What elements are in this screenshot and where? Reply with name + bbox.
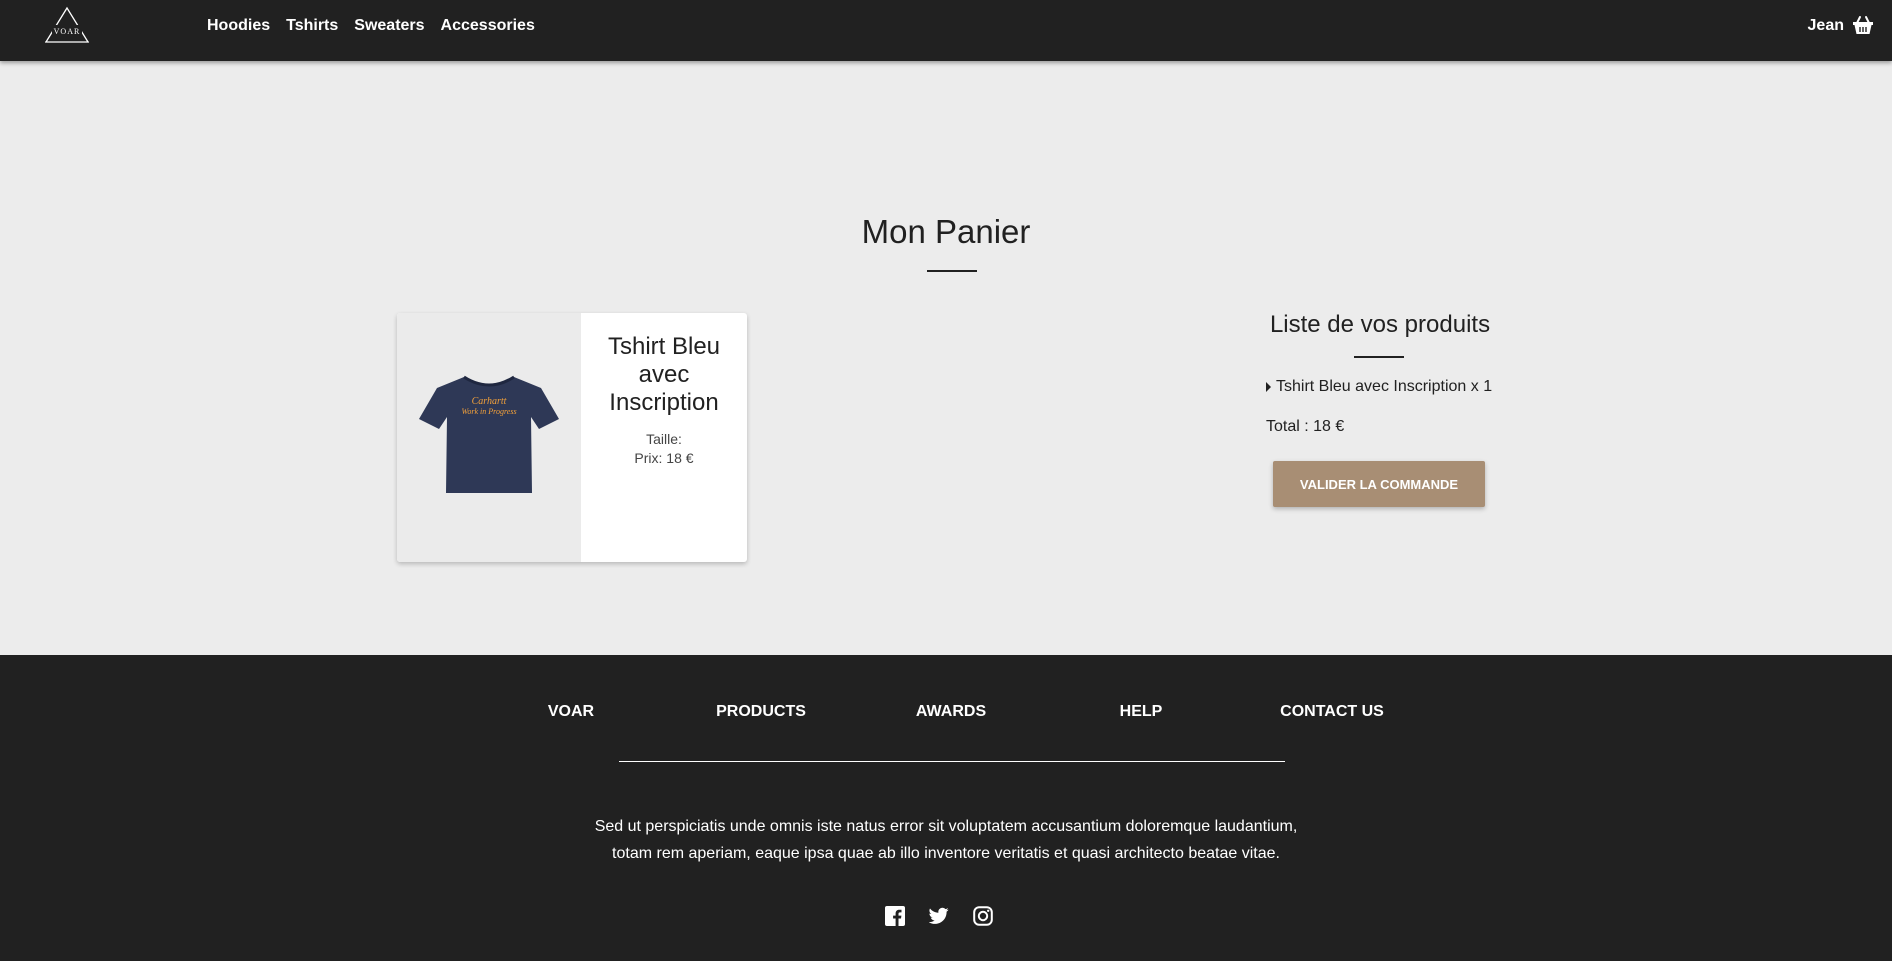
summary-list-item: Tshirt Bleu avec Inscription x 1 [1266,378,1492,396]
product-price: Prix: 18 € [634,450,694,466]
footer-divider [619,761,1285,762]
summary-divider [1354,356,1404,358]
title-divider [927,270,977,272]
logo-triangle-icon [44,6,90,43]
logo-text: VOAR [53,27,81,36]
summary-title: Liste de vos produits [1269,311,1491,338]
footer-link-contact[interactable]: CONTACT US [1280,703,1384,721]
footer-description: Sed ut perspiciatis unde omnis iste natu… [546,813,1346,867]
footer-link-products[interactable]: PRODUCTS [716,703,806,721]
caret-right-icon [1266,382,1271,392]
summary-item-label: Tshirt Bleu avec Inscription x 1 [1276,378,1493,395]
product-size: Taille: [646,431,682,447]
validate-order-button[interactable]: VALIDER LA COMMANDE [1273,461,1485,507]
nav-sweaters[interactable]: Sweaters [354,17,424,35]
product-name[interactable]: Tshirt Bleu avec Inscription [581,333,747,417]
tshirt-image-icon: Carhartt Work in Progress [419,375,559,493]
footer-link-help[interactable]: HELP [1120,703,1163,721]
voar-logo[interactable]: VOAR [42,6,92,46]
facebook-icon[interactable] [885,906,905,926]
nav-tshirts[interactable]: Tshirts [286,17,338,35]
instagram-icon[interactable] [973,906,993,926]
footer-link-awards[interactable]: AWARDS [916,703,986,721]
product-info: Tshirt Bleu avec Inscription Taille: Pri… [581,313,747,562]
nav-accessories[interactable]: Accessories [441,17,535,35]
svg-text:Carhartt: Carhartt [472,396,507,407]
cart-product-card[interactable]: Carhartt Work in Progress Tshirt Bleu av… [397,313,747,562]
nav-hoodies[interactable]: Hoodies [207,17,270,35]
shopping-basket-icon[interactable] [1852,15,1874,35]
footer: VOAR PRODUCTS AWARDS HELP CONTACT US Sed… [0,655,1892,961]
footer-link-voar[interactable]: VOAR [548,703,594,721]
footer-text-line-1: Sed ut perspiciatis unde omnis iste natu… [594,818,1298,835]
twitter-icon[interactable] [929,906,949,926]
user-name-link[interactable]: Jean [1808,17,1844,35]
svg-text:Work in Progress: Work in Progress [461,407,516,416]
navbar: VOAR Hoodies Tshirts Sweaters Accessorie… [0,0,1892,61]
main-nav: Hoodies Tshirts Sweaters Accessories [207,17,535,35]
product-image[interactable]: Carhartt Work in Progress [397,313,581,562]
order-total: Total : 18 € [1266,418,1345,435]
footer-text-line-2: totam rem aperiam, eaque ipsa quae ab il… [612,845,1280,862]
footer-nav: VOAR PRODUCTS AWARDS HELP CONTACT US [0,703,1892,727]
page-title: Mon Panier [861,213,1031,250]
